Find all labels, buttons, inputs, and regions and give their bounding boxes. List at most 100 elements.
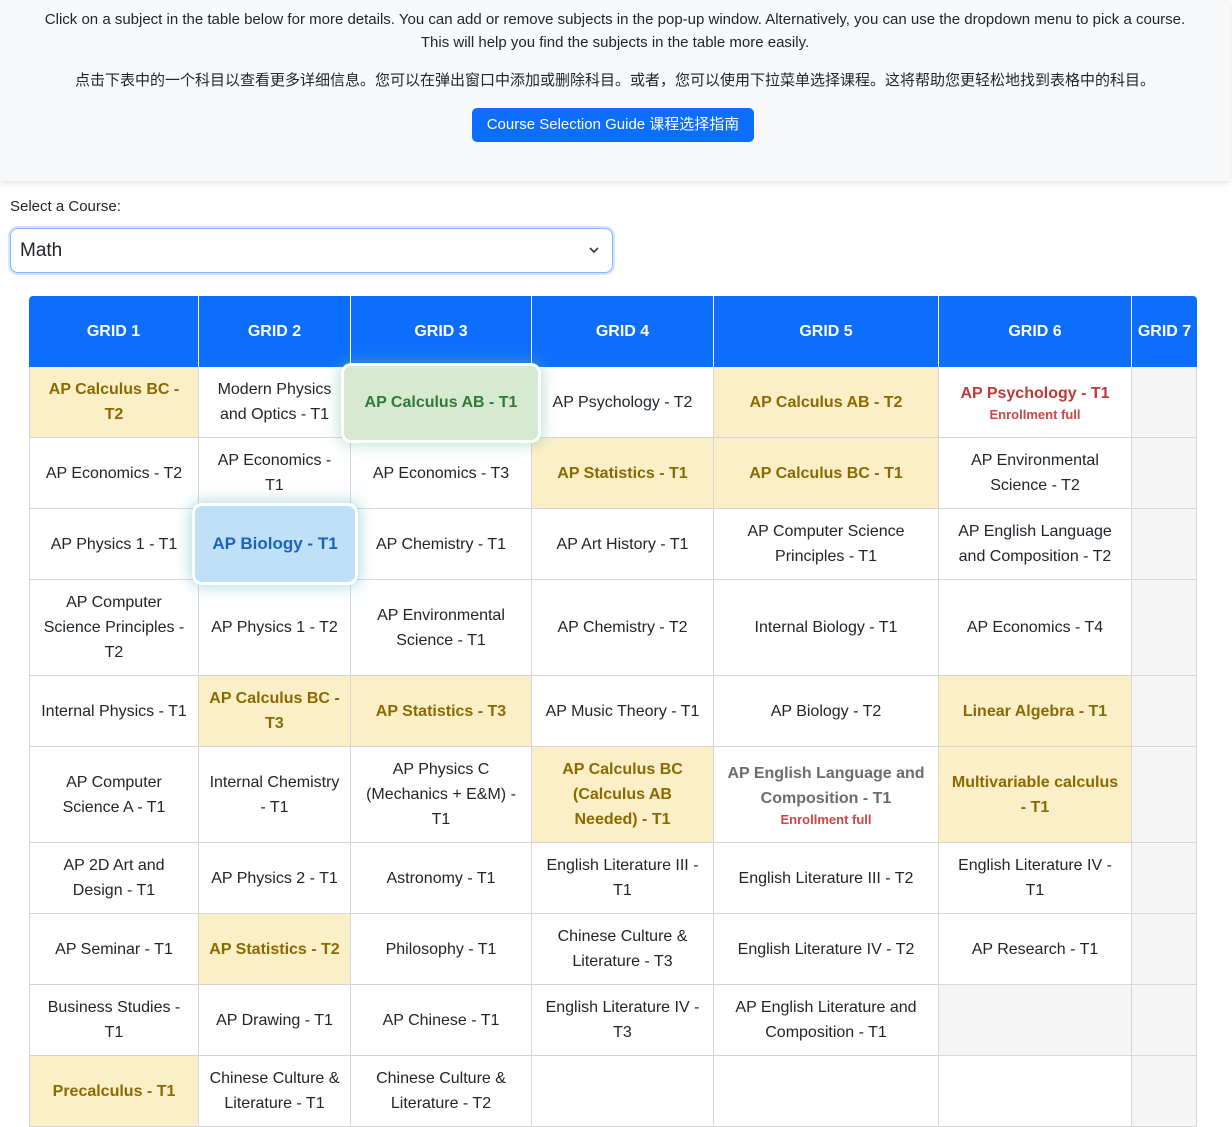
subject-cell-empty [714, 1056, 939, 1127]
subject-cell[interactable]: Modern Physics and Optics - T1 [199, 367, 351, 438]
subject-cell[interactable]: Chinese Culture & Literature - T2 [351, 1056, 532, 1127]
subject-cell[interactable]: AP Physics 1 - T1 [29, 509, 199, 580]
subject-cell[interactable]: AP English Literature and Composition - … [714, 985, 939, 1056]
subject-cell[interactable]: AP Statistics - T2 [199, 914, 351, 985]
subject-cell[interactable]: English Literature IV - T2 [714, 914, 939, 985]
subject-cell[interactable]: AP Chinese - T1 [351, 985, 532, 1056]
subject-cell[interactable]: Chinese Culture & Literature - T1 [199, 1056, 351, 1127]
table-row: AP Calculus BC - T2 Modern Physics and O… [29, 367, 1197, 438]
subject-cell[interactable]: AP Calculus BC (Calculus AB Needed) - T1 [532, 747, 714, 843]
course-select-value: Math [20, 240, 63, 261]
subject-cell-empty [1132, 367, 1197, 438]
subject-cell[interactable]: AP English Language and Composition - T1… [714, 747, 939, 843]
subject-cell[interactable]: English Literature IV - T3 [532, 985, 714, 1056]
subject-cell[interactable]: AP Computer Science Principles - T1 [714, 509, 939, 580]
subject-cell[interactable]: AP Calculus AB - T2 [714, 367, 939, 438]
subject-cell[interactable]: AP 2D Art and Design - T1 [29, 843, 199, 914]
subject-cell[interactable]: Business Studies - T1 [29, 985, 199, 1056]
subject-cell[interactable]: AP Calculus BC - T2 [29, 367, 199, 438]
subject-cell-empty [1132, 747, 1197, 843]
course-selection-guide-button[interactable]: Course Selection Guide 课程选择指南 [472, 108, 754, 142]
table-row: Precalculus - T1 Chinese Culture & Liter… [29, 1056, 1197, 1127]
subject-cell-empty [1132, 580, 1197, 676]
subject-cell[interactable]: Astronomy - T1 [351, 843, 532, 914]
subject-cell[interactable]: Chinese Culture & Literature - T3 [532, 914, 714, 985]
subject-cell[interactable]: AP Economics - T3 [351, 438, 532, 509]
subject-cell[interactable]: Internal Biology - T1 [714, 580, 939, 676]
subject-cell[interactable]: AP Environmental Science - T1 [351, 580, 532, 676]
subject-cell[interactable]: Internal Physics - T1 [29, 676, 199, 747]
subject-cell[interactable]: AP Biology - T2 [714, 676, 939, 747]
subject-cell[interactable]: AP Psychology - T1 Enrollment full [939, 367, 1132, 438]
subject-cell[interactable]: AP Computer Science Principles - T2 [29, 580, 199, 676]
grid-header: GRID 4 [532, 296, 714, 367]
subject-cell[interactable]: Multivariable calculus - T1 [939, 747, 1132, 843]
subject-cell[interactable]: AP Chemistry - T1 [351, 509, 532, 580]
grid-header-row: GRID 1 GRID 2 GRID 3 GRID 4 GRID 5 GRID … [29, 296, 1197, 367]
chevron-down-icon [588, 229, 600, 289]
grid-header: GRID 5 [714, 296, 939, 367]
subject-cell[interactable]: AP Art History - T1 [532, 509, 714, 580]
grid-header: GRID 3 [351, 296, 532, 367]
course-grid-table: GRID 1 GRID 2 GRID 3 GRID 4 GRID 5 GRID … [29, 296, 1197, 1127]
instructions-english: Click on a subject in the table below fo… [44, 11, 1186, 51]
subject-name: AP English Language and Composition - T1 [727, 764, 925, 807]
subject-name: AP Psychology - T1 [960, 384, 1110, 402]
subject-cell[interactable]: English Literature III - T2 [714, 843, 939, 914]
subject-cell[interactable]: Philosophy - T1 [351, 914, 532, 985]
table-row: Internal Physics - T1 AP Calculus BC - T… [29, 676, 1197, 747]
subject-cell[interactable]: AP Economics - T1 [199, 438, 351, 509]
subject-cell[interactable]: AP Drawing - T1 [199, 985, 351, 1056]
subject-cell-empty [1132, 438, 1197, 509]
subject-cell-empty [1132, 914, 1197, 985]
grid-header: GRID 2 [199, 296, 351, 367]
table-row: AP Computer Science A - T1 Internal Chem… [29, 747, 1197, 843]
subject-cell-empty [1132, 843, 1197, 914]
subject-cell-empty [939, 1056, 1132, 1127]
subject-cell[interactable]: AP Statistics - T3 [351, 676, 532, 747]
subject-cell[interactable]: AP Music Theory - T1 [532, 676, 714, 747]
course-grid: GRID 1 GRID 2 GRID 3 GRID 4 GRID 5 GRID … [29, 296, 1197, 1127]
subject-cell[interactable]: AP Physics 1 - T2 [199, 580, 351, 676]
subject-cell-empty [1132, 676, 1197, 747]
selected-subject-popout[interactable]: AP Calculus AB - T1 [344, 366, 538, 440]
subject-cell[interactable]: Internal Chemistry - T1 [199, 747, 351, 843]
subject-cell-empty [939, 985, 1132, 1056]
selected-subject-popout[interactable]: AP Biology - T1 [195, 506, 355, 582]
subject-cell[interactable]: AP Economics - T4 [939, 580, 1132, 676]
subject-cell[interactable]: AP Calculus BC - T1 [714, 438, 939, 509]
subject-cell[interactable]: AP Calculus BC - T3 [199, 676, 351, 747]
subject-cell[interactable]: AP Physics C (Mechanics + E&M) - T1 [351, 747, 532, 843]
subject-cell[interactable]: AP Environmental Science - T2 [939, 438, 1132, 509]
table-row: AP Computer Science Principles - T2 AP P… [29, 580, 1197, 676]
subject-cell[interactable]: AP Seminar - T1 [29, 914, 199, 985]
subject-cell-empty [1132, 985, 1197, 1056]
grid-header: GRID 7 [1132, 296, 1197, 367]
subject-cell-empty [1132, 509, 1197, 580]
subject-cell[interactable]: AP Computer Science A - T1 [29, 747, 199, 843]
subject-cell[interactable]: AP Statistics - T1 [532, 438, 714, 509]
instructions-panel: Click on a subject in the table below fo… [0, 0, 1230, 181]
enrollment-full-note: Enrollment full [780, 811, 872, 827]
subject-cell-empty [532, 1056, 714, 1127]
subject-cell-empty [1132, 1056, 1197, 1127]
subject-cell[interactable]: Linear Algebra - T1 [939, 676, 1132, 747]
course-select-dropdown[interactable]: Math [10, 228, 613, 273]
subject-cell[interactable]: English Literature IV - T1 [939, 843, 1132, 914]
grid-header: GRID 6 [939, 296, 1132, 367]
subject-cell[interactable]: AP English Language and Composition - T2 [939, 509, 1132, 580]
subject-cell[interactable]: AP Chemistry - T2 [532, 580, 714, 676]
subject-cell[interactable]: AP Research - T1 [939, 914, 1132, 985]
subject-cell[interactable]: AP Economics - T2 [29, 438, 199, 509]
subject-cell[interactable]: English Literature III - T1 [532, 843, 714, 914]
course-select-label: Select a Course: [10, 198, 121, 215]
table-row: AP 2D Art and Design - T1 AP Physics 2 -… [29, 843, 1197, 914]
subject-cell[interactable]: AP Physics 2 - T1 [199, 843, 351, 914]
instructions-chinese: 点击下表中的一个科目以查看更多详细信息。您可以在弹出窗口中添加或删除科目。或者，… [74, 72, 1155, 89]
subject-cell[interactable]: AP Psychology - T2 [532, 367, 714, 438]
subject-cell[interactable]: Precalculus - T1 [29, 1056, 199, 1127]
enrollment-full-note: Enrollment full [989, 406, 1081, 422]
grid-header: GRID 1 [29, 296, 199, 367]
table-row: AP Seminar - T1 AP Statistics - T2 Philo… [29, 914, 1197, 985]
table-row: AP Economics - T2 AP Economics - T1 AP E… [29, 438, 1197, 509]
